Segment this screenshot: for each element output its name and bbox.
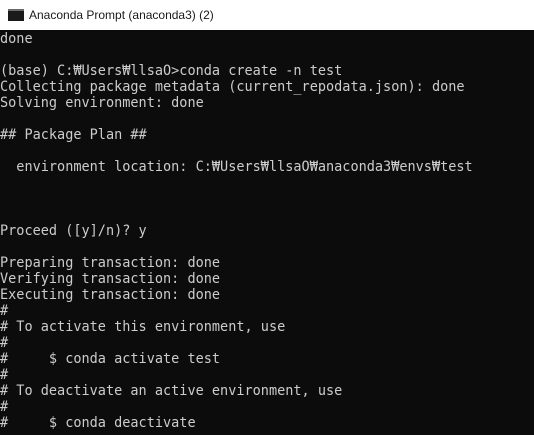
console-output[interactable]: done (base) C:₩Users₩llsaO>conda create … — [0, 30, 534, 435]
console-line: Proceed ([y]/n)? y — [0, 223, 147, 239]
console-line: environment location: C:₩Users₩llsaO₩ana… — [0, 159, 473, 175]
console-line: # $ conda activate test — [0, 351, 221, 367]
console-line: # $ conda deactivate — [0, 415, 196, 431]
console-line: # To deactivate an active environment, u… — [0, 383, 343, 399]
console-line: ## Package Plan ## — [0, 127, 147, 143]
console-line: done — [0, 31, 33, 47]
console-line: # — [0, 367, 9, 383]
console-line: # — [0, 335, 9, 351]
console-line: Verifying transaction: done — [0, 271, 221, 287]
console-line: # To activate this environment, use — [0, 319, 286, 335]
console-line: # — [0, 303, 9, 319]
console-line: Solving environment: done — [0, 95, 204, 111]
console-line: Collecting package metadata (current_rep… — [0, 79, 465, 95]
console-line: Preparing transaction: done — [0, 255, 221, 271]
title-bar[interactable]: Anaconda Prompt (anaconda3) (2) — [0, 0, 534, 30]
console-line: (base) C:₩Users₩llsaO>conda create -n te… — [0, 63, 343, 79]
console-line: # — [0, 399, 9, 415]
console-window-icon[interactable] — [8, 9, 24, 21]
window-title: Anaconda Prompt (anaconda3) (2) — [29, 8, 214, 22]
console-line: Executing transaction: done — [0, 287, 221, 303]
terminal-window: Anaconda Prompt (anaconda3) (2) done (ba… — [0, 0, 534, 435]
